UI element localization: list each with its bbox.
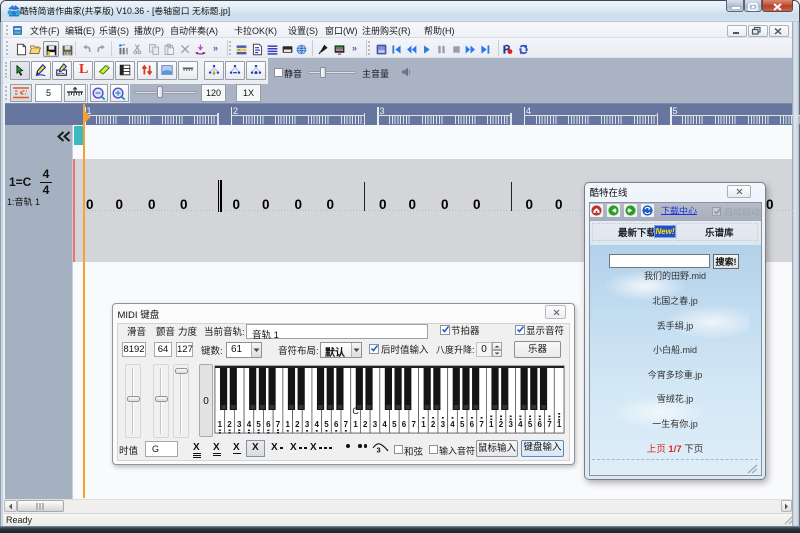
svg-text:5: 5 bbox=[527, 420, 532, 429]
svg-text:7: 7 bbox=[479, 420, 484, 429]
svg-text:7: 7 bbox=[275, 420, 280, 429]
svg-text:2: 2 bbox=[430, 420, 435, 429]
svg-text:3: 3 bbox=[377, 446, 381, 455]
svg-text:2: 2 bbox=[498, 420, 503, 429]
svg-text:5: 5 bbox=[324, 420, 329, 429]
svg-text:1: 1 bbox=[353, 420, 358, 429]
svg-text:2: 2 bbox=[363, 420, 368, 429]
svg-text:3: 3 bbox=[508, 420, 513, 429]
svg-text:7: 7 bbox=[343, 420, 348, 429]
svg-text:4: 4 bbox=[382, 420, 387, 429]
svg-text:7: 7 bbox=[411, 420, 416, 429]
svg-text:7: 7 bbox=[547, 420, 552, 429]
svg-text:6: 6 bbox=[333, 420, 338, 429]
svg-text:2: 2 bbox=[295, 420, 300, 429]
svg-text:3: 3 bbox=[372, 420, 377, 429]
svg-text:5: 5 bbox=[392, 420, 397, 429]
svg-text:1: 1 bbox=[421, 420, 426, 429]
svg-text:1: 1 bbox=[489, 420, 494, 429]
svg-text:3: 3 bbox=[237, 420, 242, 429]
svg-text:6: 6 bbox=[469, 420, 474, 429]
svg-text:4: 4 bbox=[518, 420, 523, 429]
svg-text:6: 6 bbox=[537, 420, 542, 429]
svg-text:4: 4 bbox=[246, 420, 251, 429]
svg-text:1: 1 bbox=[556, 420, 561, 429]
svg-text:3: 3 bbox=[440, 420, 445, 429]
svg-text:2: 2 bbox=[227, 420, 232, 429]
svg-text:4: 4 bbox=[450, 420, 455, 429]
svg-text:6: 6 bbox=[401, 420, 406, 429]
svg-text:5: 5 bbox=[459, 420, 464, 429]
svg-text:1: 1 bbox=[217, 420, 222, 429]
svg-text:1: 1 bbox=[285, 420, 290, 429]
svg-text:3: 3 bbox=[304, 420, 309, 429]
svg-text:4: 4 bbox=[314, 420, 319, 429]
svg-text:5: 5 bbox=[256, 420, 261, 429]
svg-text:6: 6 bbox=[266, 420, 271, 429]
